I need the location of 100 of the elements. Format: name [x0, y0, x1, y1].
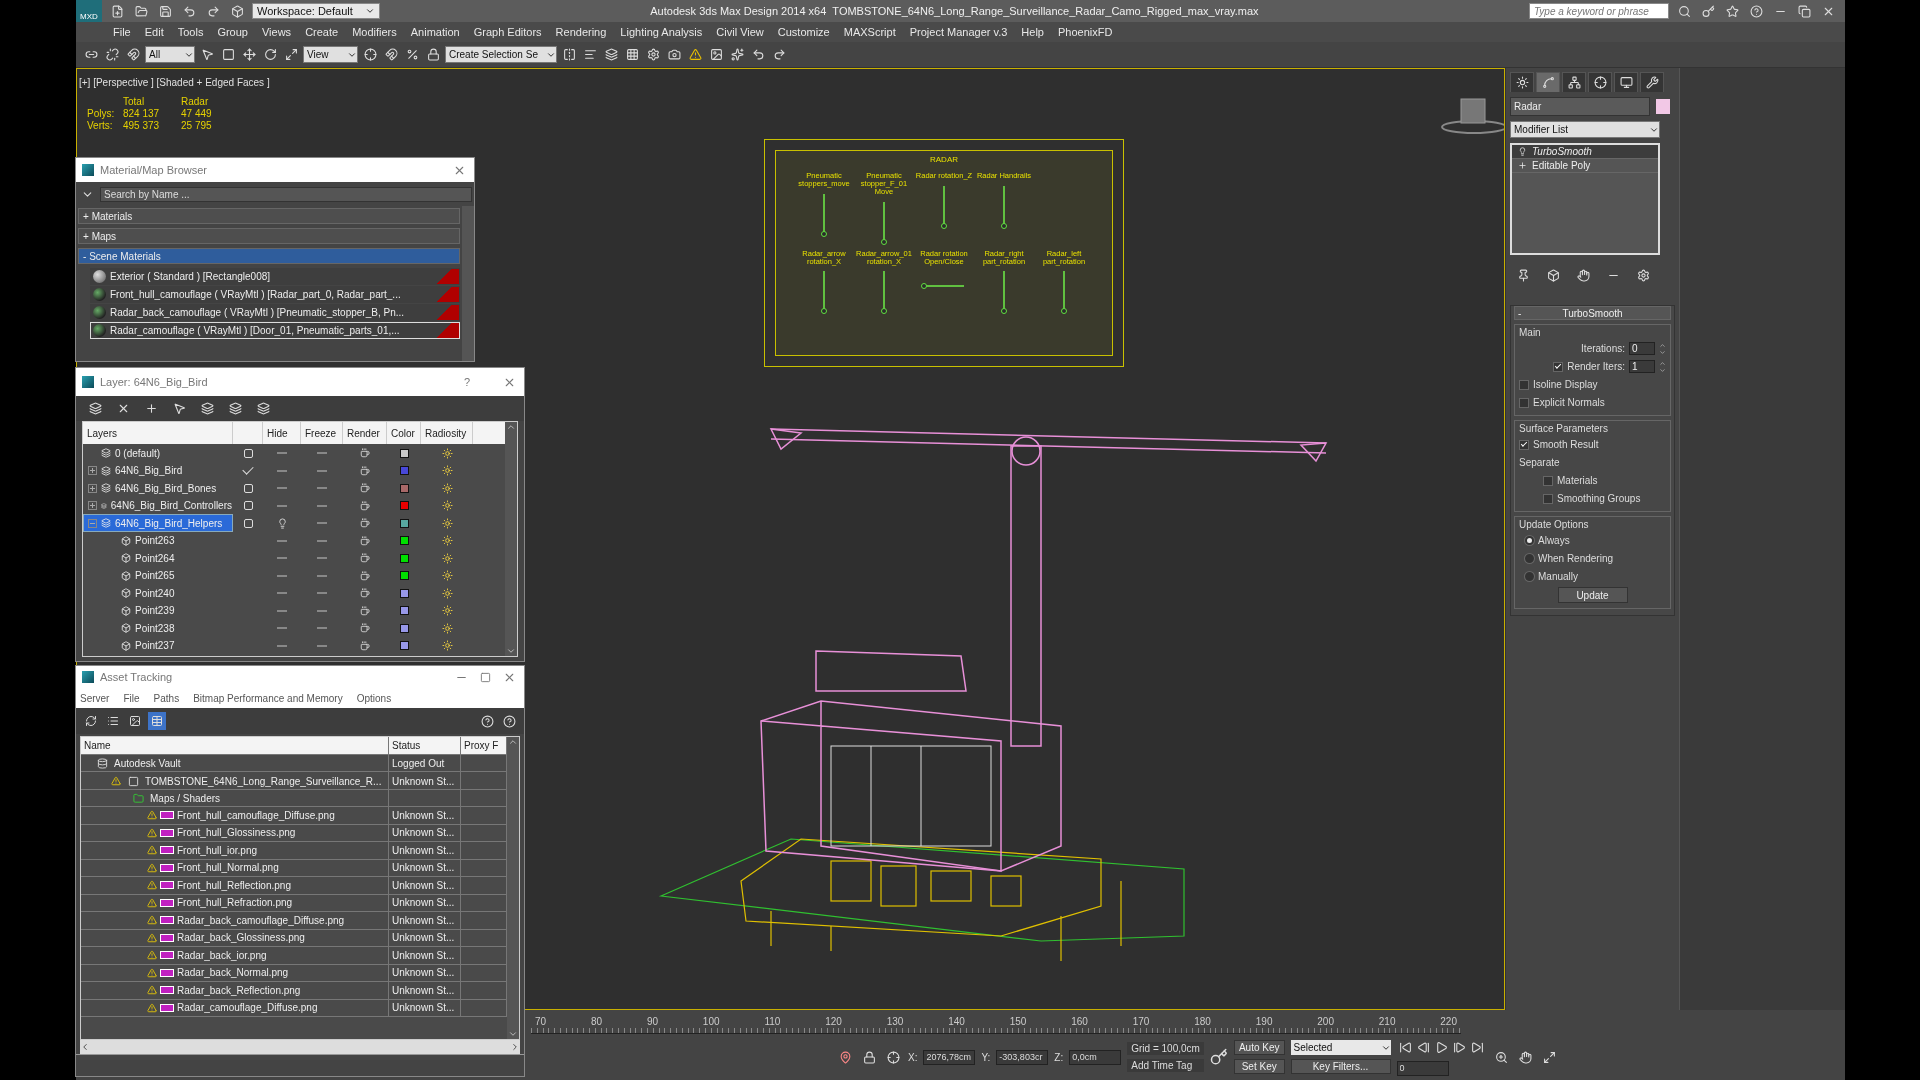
radio-button[interactable]: [1525, 572, 1534, 581]
active-layer-checkbox[interactable]: [243, 483, 253, 493]
expand-icon[interactable]: [1518, 161, 1527, 170]
key-icon[interactable]: [1699, 2, 1717, 20]
scroll-down-icon[interactable]: [508, 1029, 518, 1039]
spinner-field[interactable]: 0: [1629, 342, 1655, 355]
menu-item[interactable]: Bitmap Performance and Memory: [193, 692, 343, 704]
asset-name[interactable]: Radar_back_Glossiness.png: [81, 929, 389, 946]
hammer-icon[interactable]: [1640, 72, 1664, 92]
current-frame-field[interactable]: 0: [1396, 1060, 1449, 1076]
menu-item[interactable]: Graph Editors: [466, 26, 549, 38]
hide-toggle[interactable]: [277, 469, 287, 472]
active-layer-checkbox[interactable]: [243, 448, 253, 458]
color-swatch[interactable]: [399, 483, 409, 493]
layer-name[interactable]: 64N6_Big_Bird: [83, 461, 233, 480]
slider-handle[interactable]: [921, 283, 927, 290]
material-item[interactable]: Radar_back_camouflage ( VRayMtl ) [Pneumatic_stopper_B, Pn...: [90, 304, 460, 321]
freeze-toggle[interactable]: [317, 644, 327, 647]
asset-name[interactable]: Radar_back_ior.png: [81, 947, 389, 964]
x-coordinate-field[interactable]: 2076,78cm: [923, 1049, 976, 1065]
menu-item[interactable]: Civil View: [709, 26, 771, 38]
asset-name[interactable]: Radar_back_camouflage_Diffuse.png: [81, 912, 389, 929]
snap-icon[interactable]: [382, 45, 400, 64]
asset-name[interactable]: Front_hull_Glossiness.png: [81, 824, 389, 841]
material-item[interactable]: Radar_camouflage ( VRayMtl ) [Door_01, Pneumatic_parts_01,...: [90, 322, 460, 339]
color-swatch[interactable]: [399, 641, 409, 650]
material-group-header[interactable]: + Maps: [78, 228, 460, 244]
column-header[interactable]: Status: [389, 737, 461, 754]
new-layer-icon[interactable]: [86, 399, 104, 418]
asset-name[interactable]: Front_hull_ior.png: [81, 842, 389, 859]
layer-name[interactable]: Point237: [83, 636, 233, 655]
hide-toggle[interactable]: [277, 609, 287, 612]
named-selection-dropdown[interactable]: Create Selection Se: [445, 46, 557, 63]
menu-item[interactable]: Server: [80, 692, 110, 704]
asset-name[interactable]: Front_hull_Reflection.png: [81, 877, 389, 894]
horizontal-scrollbar[interactable]: [80, 1040, 520, 1054]
menu-item[interactable]: Help: [1014, 26, 1051, 38]
key-mode-dropdown[interactable]: Selected: [1290, 1040, 1391, 1055]
app-logo[interactable]: MXD: [76, 0, 102, 22]
absolute-mode-icon[interactable]: [884, 1048, 902, 1066]
slider-handle[interactable]: [1001, 222, 1007, 229]
selection-filter-dropdown[interactable]: All: [145, 46, 195, 63]
scrollbar[interactable]: [505, 422, 517, 656]
table-icon[interactable]: [148, 712, 166, 730]
layer-name[interactable]: Point239: [83, 601, 233, 620]
sun-icon[interactable]: [1510, 72, 1534, 92]
hierarchy-icon[interactable]: [1562, 72, 1586, 92]
viewport-label[interactable]: [+] [Perspective ] [Shaded + Edged Faces ]: [79, 77, 270, 88]
update-button[interactable]: Update: [1557, 587, 1628, 603]
layers-icon[interactable]: [602, 45, 620, 64]
expand-toggle-icon[interactable]: [88, 466, 97, 475]
menu-item[interactable]: MAXScript: [836, 26, 903, 38]
hide-toggle[interactable]: [277, 644, 287, 647]
menu-item[interactable]: Rendering: [548, 26, 614, 38]
help-icon[interactable]: [478, 712, 496, 730]
column-header[interactable]: Render: [343, 422, 387, 444]
slider-handle[interactable]: [881, 308, 887, 315]
key-icon[interactable]: [1209, 1048, 1228, 1066]
hide-toggle[interactable]: [277, 504, 287, 507]
checkbox[interactable]: [1519, 439, 1529, 450]
scroll-up-icon[interactable]: [506, 422, 516, 432]
layer-name[interactable]: Point264: [83, 549, 233, 567]
layer-name[interactable]: 64N6_Big_Bird_Helpers: [83, 514, 233, 532]
color-swatch[interactable]: [399, 466, 409, 475]
asset-name[interactable]: Front_hull_Refraction.png: [81, 894, 389, 911]
modifier-list-dropdown[interactable]: Modifier List: [1510, 121, 1660, 138]
freeze-toggle[interactable]: [317, 574, 327, 577]
modifier-stack-item[interactable]: TurboSmooth: [1512, 145, 1658, 159]
slider-handle[interactable]: [1001, 308, 1007, 315]
column-header[interactable]: Hide: [263, 422, 301, 444]
freeze-toggle[interactable]: [317, 609, 327, 612]
color-swatch[interactable]: [399, 606, 409, 615]
color-swatch[interactable]: [399, 571, 409, 580]
scrollbar[interactable]: [507, 737, 519, 1039]
rollout-header[interactable]: - TurboSmooth: [1514, 306, 1671, 320]
spinner-field[interactable]: 1: [1629, 360, 1655, 373]
expand-toggle-icon[interactable]: [88, 483, 97, 493]
asset-name[interactable]: Radar_camouflage_Diffuse.png: [81, 999, 389, 1016]
active-layer-checkbox[interactable]: [243, 501, 253, 510]
scroll-up-icon[interactable]: [508, 737, 518, 747]
freeze-toggle[interactable]: [317, 504, 327, 507]
menu-item[interactable]: Options: [356, 692, 392, 704]
monitor-icon[interactable]: [1614, 72, 1638, 92]
color-swatch[interactable]: [399, 588, 409, 598]
effects-icon[interactable]: [728, 45, 746, 64]
material-group-header[interactable]: - Scene Materials: [78, 248, 460, 264]
checkbox[interactable]: [1553, 361, 1564, 372]
color-swatch[interactable]: [399, 553, 409, 563]
checkbox[interactable]: [1543, 493, 1553, 504]
expand-toggle-icon[interactable]: [88, 501, 97, 510]
menu-item[interactable]: Customize: [770, 26, 837, 38]
menu-item[interactable]: Views: [254, 26, 299, 38]
asset-name[interactable]: Radar_back_Normal.png: [81, 964, 389, 981]
material-group-header[interactable]: + Materials: [78, 208, 460, 224]
expand-toggle-icon[interactable]: [88, 518, 97, 528]
radio-button[interactable]: [1525, 536, 1534, 545]
hide-toggle[interactable]: [277, 574, 287, 577]
auto-key-button[interactable]: Auto Key: [1233, 1040, 1285, 1055]
make-unique-icon[interactable]: [1574, 266, 1592, 284]
slider-track[interactable]: [924, 285, 964, 288]
